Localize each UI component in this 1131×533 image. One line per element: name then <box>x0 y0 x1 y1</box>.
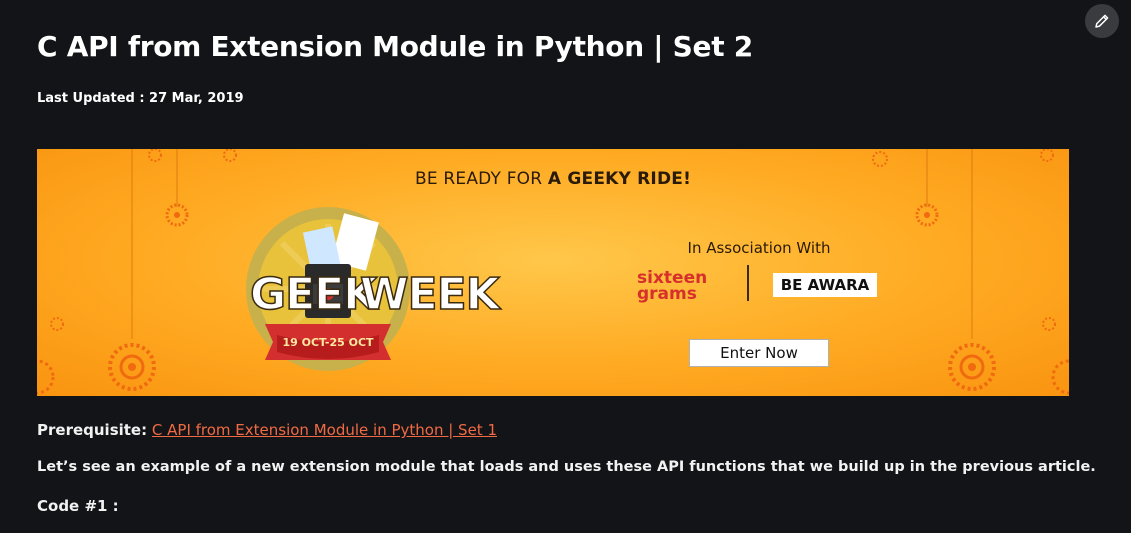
week-text: WEEK <box>359 268 500 321</box>
article-page: C API from Extension Module in Python | … <box>0 0 1131 533</box>
prerequisite-link[interactable]: C API from Extension Module in Python | … <box>152 421 497 439</box>
tagline-emphasis: A GEEKY RIDE! <box>547 169 692 189</box>
event-dates: 19 OCT-25 OCT <box>282 336 374 349</box>
prerequisite-label: Prerequisite: <box>37 421 148 439</box>
sponsor-sixteen-grams-logo: sixteen grams <box>637 270 717 304</box>
banner-tagline: BE READY FOR A GEEKY RIDE! <box>37 169 1069 189</box>
pencil-icon <box>1095 14 1109 28</box>
sponsor-1-line2: grams <box>637 284 697 304</box>
geek-text: GEEK <box>249 268 378 321</box>
code-heading: Code #1 : <box>37 497 119 515</box>
sponsor-be-awara-logo: BE AWARA <box>773 273 877 297</box>
last-updated: Last Updated : 27 Mar, 2019 <box>37 91 244 106</box>
intro-paragraph: Let’s see an example of a new extension … <box>37 459 1096 475</box>
geek-week-banner[interactable]: BE READY FOR A GEEKY RIDE! GEEK WEEK 19 … <box>37 149 1069 396</box>
sponsor-divider <box>747 265 749 301</box>
enter-now-button[interactable]: Enter Now <box>689 339 829 367</box>
tagline-prefix: BE READY FOR <box>414 169 548 189</box>
mandala-icon <box>37 317 1069 395</box>
prerequisite-line: Prerequisite: C API from Extension Modul… <box>37 421 497 439</box>
page-title: C API from Extension Module in Python | … <box>37 30 753 63</box>
association-text: In Association With <box>687 239 831 257</box>
edit-button[interactable] <box>1085 4 1119 38</box>
